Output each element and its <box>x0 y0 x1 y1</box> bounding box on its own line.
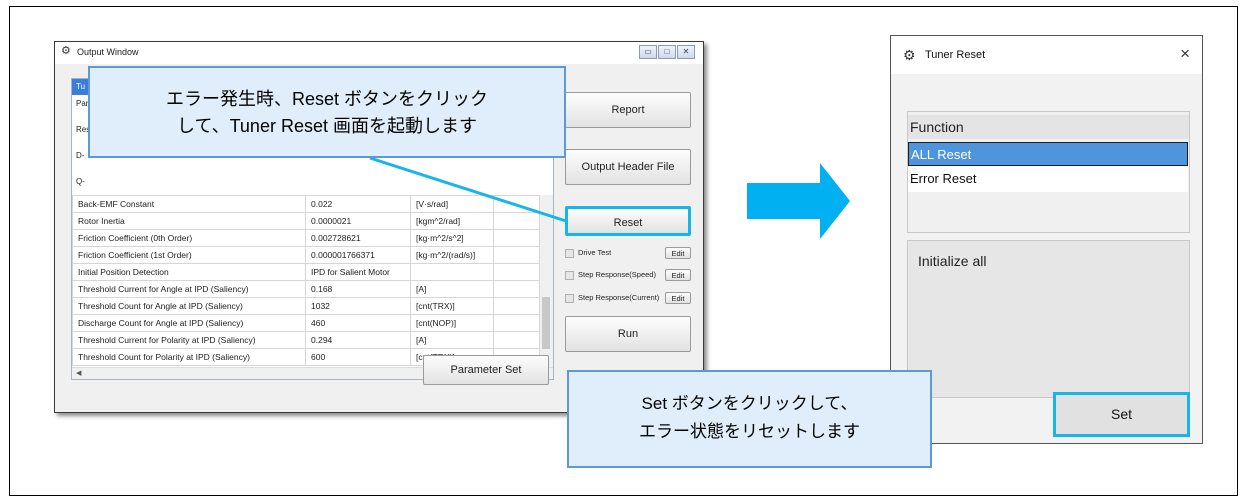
grid-row-partial: D- <box>76 151 85 160</box>
reset-callout: エラー発生時、Reset ボタンをクリック して、Tuner Reset 画面を… <box>88 66 566 158</box>
table-row[interactable]: Threshold Count for Angle at IPD (Salien… <box>72 297 540 315</box>
table-row[interactable]: Rotor Inertia 0.0000021 [kgm^2/rad] <box>72 212 540 230</box>
drive-test-checkbox[interactable]: Drive Test <box>565 248 611 258</box>
reset-callout-line1: エラー発生時、Reset ボタンをクリック <box>165 89 489 109</box>
drive-test-edit-button[interactable]: Edit <box>665 247 691 259</box>
output-window-title: Output Window <box>77 47 139 57</box>
set-callout-line1: Set ボタンをクリックして、 <box>641 394 858 413</box>
parameter-table: Back-EMF Constant 0.022 [V·s/rad] Rotor In… <box>72 195 540 366</box>
set-callout-line2: エラー状態をリセットします <box>639 422 860 441</box>
tuner-reset-window: ⚙ Tuner Reset × Function ALL Reset Error… <box>890 35 1203 444</box>
table-row[interactable]: Friction Coefficient (1st Order) 0.000001… <box>72 246 540 264</box>
function-header: Function <box>908 115 1189 139</box>
step-speed-checkbox[interactable]: Step Response(Speed) <box>565 270 656 280</box>
tuner-reset-title: Tuner Reset <box>925 49 986 61</box>
parameter-set-button[interactable]: Parameter Set <box>423 355 549 385</box>
table-row[interactable]: Back-EMF Constant 0.022 [V·s/rad] <box>72 195 540 213</box>
vertical-scrollbar[interactable]: ▼ <box>540 195 553 367</box>
output-window-titlebar: ⚙ Output Window ▭ □ ✕ <box>55 42 703 64</box>
table-row[interactable]: Threshold Current for Polarity at IPD (S… <box>72 331 540 349</box>
checkbox-box[interactable] <box>565 270 574 280</box>
tuner-reset-titlebar: ⚙ Tuner Reset × <box>891 36 1202 74</box>
table-row[interactable]: Friction Coefficient (0th Order) 0.002728… <box>72 229 540 247</box>
table-row[interactable]: Discharge Count for Angle at IPD (Salien… <box>72 314 540 332</box>
list-item-all-reset[interactable]: ALL Reset <box>908 142 1188 166</box>
table-row[interactable]: Threshold Current for Angle at IPD (Sali… <box>72 280 540 298</box>
checkbox-box[interactable] <box>565 248 574 258</box>
output-header-file-button[interactable]: Output Header File <box>565 149 691 185</box>
scrollbar-thumb[interactable] <box>542 297 550 349</box>
run-button[interactable]: Run <box>565 316 691 352</box>
description-panel: Initialize all <box>907 240 1190 398</box>
set-button[interactable]: Set <box>1053 392 1190 437</box>
step-current-checkbox[interactable]: Step Response(Current) <box>565 293 659 303</box>
reset-callout-line2: して、Tuner Reset 画面を起動します <box>177 116 477 136</box>
grid-row-partial: Par <box>76 99 89 108</box>
minimize-icon[interactable]: ▭ <box>639 45 657 59</box>
step-speed-edit-button[interactable]: Edit <box>665 269 691 281</box>
maximize-icon[interactable]: □ <box>658 45 676 59</box>
reset-button[interactable]: Reset <box>565 206 691 236</box>
window-controls: ▭ □ ✕ <box>639 45 695 59</box>
description-text: Initialize all <box>918 253 987 269</box>
list-item-error-reset[interactable]: Error Reset <box>908 166 1188 192</box>
report-button[interactable]: Report <box>565 92 691 128</box>
close-icon[interactable]: × <box>1180 44 1190 64</box>
scroll-left-icon[interactable]: ◀ <box>76 369 81 377</box>
grid-row-partial: Q- <box>76 177 85 186</box>
function-list: Function ALL Reset Error Reset <box>907 111 1190 233</box>
checkbox-box[interactable] <box>565 293 574 303</box>
app-gear-icon: ⚙ <box>61 45 71 57</box>
step-current-edit-button[interactable]: Edit <box>665 292 691 304</box>
set-callout: Set ボタンをクリックして、 エラー状態をリセットします <box>567 370 932 468</box>
close-icon[interactable]: ✕ <box>677 45 695 59</box>
app-gear-icon: ⚙ <box>903 47 916 63</box>
table-row[interactable]: Initial Position Detection IPD for Salien… <box>72 263 540 281</box>
